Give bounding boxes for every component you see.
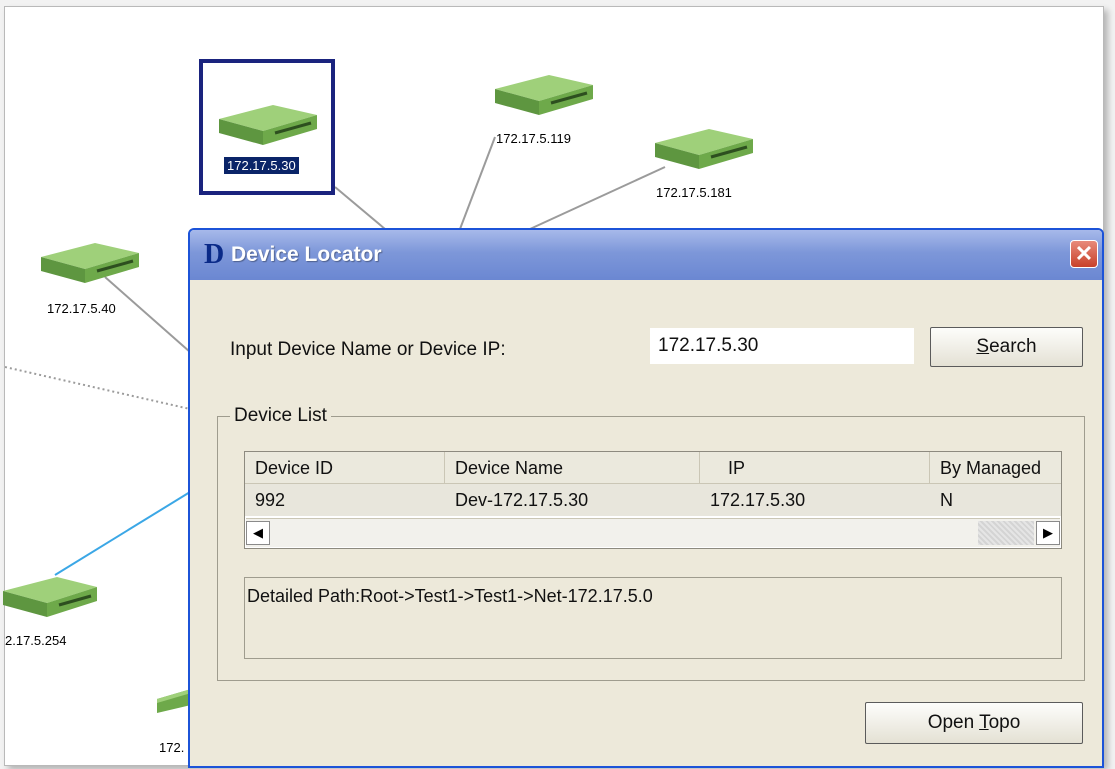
- scroll-left-icon[interactable]: ◀: [246, 521, 270, 545]
- horizontal-scrollbar[interactable]: ◀ ▶: [246, 518, 1060, 547]
- switch-icon: [495, 75, 593, 115]
- device-label: 172.17.5.181: [656, 185, 732, 200]
- open-topo-label: Open: [927, 712, 980, 733]
- search-button-mnemonic: S: [976, 336, 990, 357]
- device-node[interactable]: [649, 121, 759, 182]
- link-line: [334, 186, 386, 230]
- close-icon[interactable]: ✕: [1070, 240, 1098, 268]
- device-label: 172.17.5.40: [47, 301, 116, 316]
- column-header-device-id[interactable]: Device ID: [245, 452, 445, 484]
- column-header-ip[interactable]: IP: [700, 452, 930, 484]
- detailed-path-box: Detailed Path:Root->Test1->Test1->Net-17…: [244, 577, 1062, 659]
- open-topo-button[interactable]: Open Topo: [865, 702, 1083, 744]
- search-button-label-rest: earch: [989, 336, 1037, 357]
- switch-icon: [41, 243, 139, 283]
- device-locator-dialog: D Device Locator ✕ Input Device Name or …: [188, 228, 1104, 768]
- device-label: 2.17.5.254: [5, 633, 67, 648]
- device-label: 172.17.5.119: [496, 131, 571, 146]
- cell-ip: 172.17.5.30: [710, 490, 806, 510]
- device-node[interactable]: [151, 677, 191, 732]
- device-label: 172.: [159, 740, 185, 755]
- dlink-logo-icon: D: [204, 239, 225, 270]
- scroll-right-icon[interactable]: ▶: [1036, 521, 1060, 545]
- search-input[interactable]: [650, 328, 914, 364]
- device-node[interactable]: [35, 235, 145, 296]
- link-line: [529, 166, 666, 230]
- device-node[interactable]: [0, 569, 97, 630]
- device-label-selected: 172.17.5.30: [224, 157, 299, 174]
- device-node[interactable]: [213, 97, 323, 158]
- dialog-title: Device Locator: [231, 243, 382, 266]
- search-input-label: Input Device Name or Device IP:: [230, 339, 506, 360]
- switch-icon: [3, 577, 97, 617]
- detailed-path-text: Detailed Path:Root->Test1->Test1->Net-17…: [247, 586, 653, 606]
- search-button[interactable]: Search: [930, 327, 1083, 367]
- device-node[interactable]: [489, 67, 599, 128]
- open-topo-mnemonic: T: [979, 712, 989, 733]
- open-topo-label-rest: opo: [988, 712, 1021, 733]
- cell-device-name: Dev-172.17.5.30: [455, 490, 589, 510]
- device-list-title: Device List: [230, 405, 331, 427]
- column-header-by-managed[interactable]: By Managed: [930, 452, 1061, 484]
- device-list-table[interactable]: Device ID Device Name IP By Managed 992 …: [244, 451, 1062, 549]
- switch-icon: [219, 105, 317, 145]
- cell-device-id: 992: [255, 490, 286, 510]
- dialog-titlebar[interactable]: D Device Locator ✕: [190, 230, 1102, 280]
- table-row[interactable]: 992 Dev-172.17.5.30 172.17.5.30 N: [245, 484, 1061, 516]
- switch-icon: [157, 689, 191, 713]
- link-line: [459, 136, 496, 230]
- cell-by-managed: N: [940, 490, 953, 510]
- column-header-device-name[interactable]: Device Name: [445, 452, 700, 484]
- scroll-thumb[interactable]: [978, 521, 1034, 545]
- switch-icon: [655, 129, 753, 169]
- link-line-dotted: [5, 366, 191, 410]
- link-line-highlight: [54, 491, 191, 576]
